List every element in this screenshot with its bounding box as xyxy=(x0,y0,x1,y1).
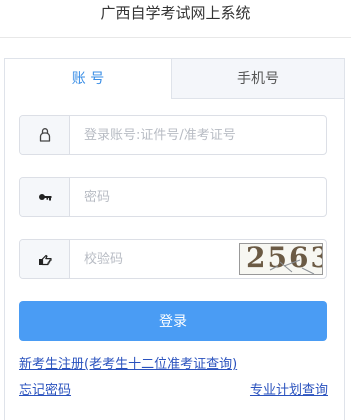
login-button[interactable]: 登录 xyxy=(19,301,327,341)
captcha-input[interactable] xyxy=(70,240,230,278)
login-panel: 账 号 手机号 2563 xyxy=(4,58,345,420)
plan-query-link[interactable]: 专业计划查询 xyxy=(250,379,328,398)
page-title: 广西自学考试网上系统 xyxy=(100,4,251,22)
register-link[interactable]: 新考生注册(老考生十二位准考证查询) xyxy=(19,353,237,372)
username-field xyxy=(19,115,327,155)
password-input[interactable] xyxy=(70,178,326,216)
hand-pointer-icon xyxy=(20,240,70,278)
user-icon xyxy=(20,116,70,154)
login-tabs: 账 号 手机号 xyxy=(5,59,344,99)
tab-phone[interactable]: 手机号 xyxy=(172,59,344,99)
captcha-image[interactable]: 2563 xyxy=(239,243,323,275)
tab-account[interactable]: 账 号 xyxy=(5,59,172,99)
password-field xyxy=(19,177,327,217)
captcha-field: 2563 xyxy=(19,239,327,279)
page-header: 广西自学考试网上系统 xyxy=(0,0,351,38)
forgot-password-link[interactable]: 忘记密码 xyxy=(19,379,71,398)
username-input[interactable] xyxy=(70,116,326,154)
key-icon xyxy=(20,178,70,216)
